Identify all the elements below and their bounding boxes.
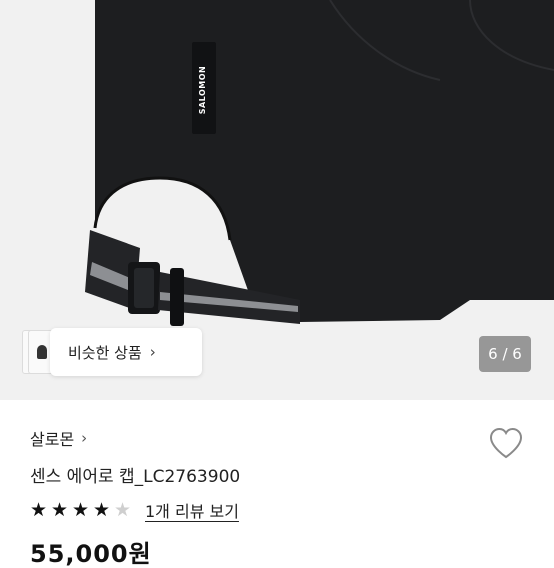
price: 55,000원	[30, 540, 152, 568]
rating-stars: ★ ★ ★ ★ ★	[30, 498, 135, 522]
chevron-right-icon: ›	[81, 429, 88, 447]
brand-tag-text: SALOMON	[198, 65, 207, 115]
similar-products-label: 비슷한 상품	[68, 343, 142, 362]
star-icon: ★	[72, 499, 90, 521]
star-icon: ★	[114, 499, 132, 521]
image-counter: 6 / 6	[479, 336, 531, 372]
brand-name: 살로몬	[30, 430, 75, 449]
chevron-right-icon: ›	[149, 343, 156, 361]
star-icon: ★	[93, 499, 111, 521]
review-link[interactable]: 1개 리뷰 보기	[145, 498, 239, 522]
heart-outline-icon[interactable]	[488, 426, 524, 460]
product-image-gallery[interactable]: SALOMON 비슷한 상품 › 6 / 6	[0, 0, 554, 400]
star-icon: ★	[30, 499, 48, 521]
similar-products-button[interactable]: 비슷한 상품 ›	[50, 328, 202, 376]
similar-products[interactable]: 비슷한 상품 ›	[22, 328, 202, 376]
product-title: 센스 에어로 캡_LC2763900	[30, 467, 241, 487]
rating-row: ★ ★ ★ ★ ★ 1개 리뷰 보기	[30, 498, 239, 522]
brand-link[interactable]: 살로몬 ›	[30, 426, 87, 450]
star-icon: ★	[51, 499, 69, 521]
